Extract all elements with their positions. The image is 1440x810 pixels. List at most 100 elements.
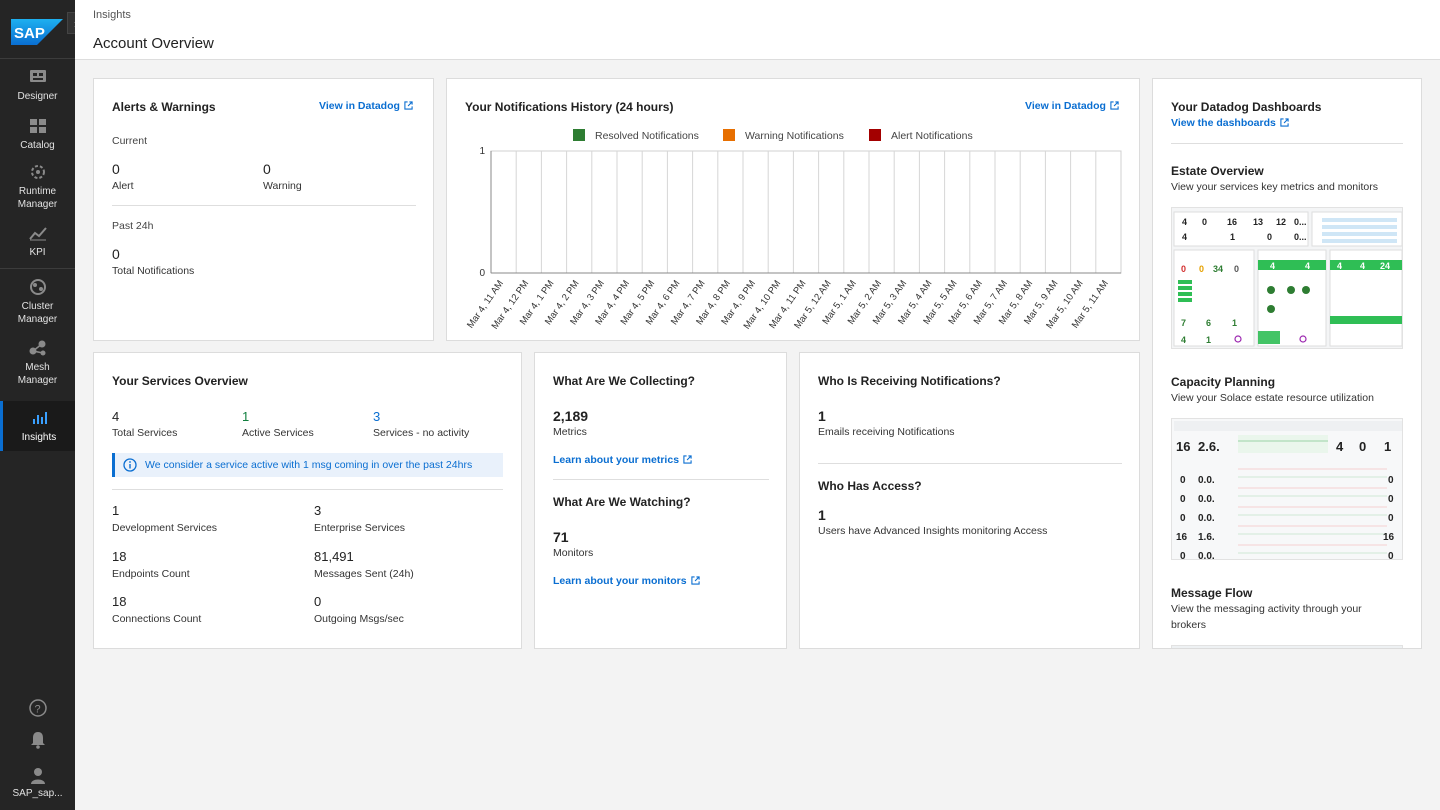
external-link-icon (683, 455, 692, 464)
connections-label: Connections Count (112, 613, 202, 625)
view-in-datadog-link[interactable]: View in Datadog (319, 100, 413, 112)
dev-services-label: Development Services (112, 522, 218, 534)
card-title: Your Datadog Dashboards (1171, 100, 1322, 114)
learn-metrics-link[interactable]: Learn about your metrics (553, 454, 692, 466)
external-link-icon (404, 101, 413, 110)
capacity-planning-thumbnail[interactable]: 16 2.6. 4 0 1 0 0.0. 0 0 0.0. 0 0 0.0. 0… (1171, 418, 1403, 560)
metrics-label: Metrics (553, 426, 587, 438)
insights-icon (33, 412, 47, 424)
dashboard-title-estate[interactable]: Estate Overview (1171, 164, 1264, 178)
svg-text:0: 0 (1388, 513, 1394, 524)
svg-text:4: 4 (1336, 439, 1344, 454)
notifications-chart: 01Mar 4, 11 AMMar 4, 12 PMMar 4, 1 PMMar… (465, 146, 1122, 331)
nav-label: Manager (17, 314, 58, 325)
nav-label: Manager (17, 375, 58, 386)
breadcrumb[interactable]: Insights (93, 9, 131, 21)
svg-text:0.0.: 0.0. (1198, 475, 1215, 486)
active-services-count[interactable]: 1 (242, 409, 249, 424)
inactive-services-count[interactable]: 3 (373, 409, 380, 424)
divider (112, 489, 503, 490)
cluster-icon (29, 279, 46, 295)
link-label: Learn about your monitors (553, 575, 687, 587)
svg-text:0: 0 (1388, 475, 1394, 486)
svg-text:0: 0 (1199, 264, 1204, 274)
svg-text:13: 13 (1253, 217, 1263, 227)
sidebar: SAP › Designer Catalog Runtime Manager K… (0, 0, 85, 810)
thumbnail-image: 16 2.6. 4 0 1 0 0.0. 0 0 0.0. 0 0 0.0. 0… (1172, 419, 1402, 560)
emails-label: Emails receiving Notifications (818, 426, 955, 438)
external-link-icon (1110, 101, 1119, 110)
svg-text:4: 4 (1305, 261, 1310, 271)
connections-count: 18 (112, 594, 127, 609)
svg-text:7: 7 (1181, 318, 1186, 328)
card-subtitle: Who Has Access? (818, 479, 922, 493)
thumbnail-image: 4 0 16 13 12 0... 4 1 0 0... 0 0 34 0 4 … (1172, 208, 1402, 348)
link-label: View in Datadog (319, 100, 400, 112)
help-icon[interactable]: ? (28, 698, 48, 718)
divider (553, 479, 769, 480)
y-tick-label: 1 (479, 146, 485, 157)
svg-text:1: 1 (1384, 439, 1391, 454)
divider (0, 58, 75, 59)
dashboard-title-capacity[interactable]: Capacity Planning (1171, 375, 1275, 389)
nav-item-insights[interactable]: Insights (0, 401, 75, 451)
services-overview-card: Your Services Overview 4 Total Services … (93, 352, 522, 649)
estate-overview-thumbnail[interactable]: 4 0 16 13 12 0... 4 1 0 0... 0 0 34 0 4 … (1171, 207, 1403, 349)
svg-text:24: 24 (1380, 261, 1390, 271)
view-dashboards-link[interactable]: View the dashboards (1171, 117, 1289, 129)
total-notifications-label: Total Notifications (112, 265, 195, 277)
warning-label: Warning (263, 180, 302, 192)
kpi-icon (28, 227, 47, 241)
nav-item-runtime-manager[interactable]: Runtime Manager (0, 163, 75, 211)
svg-text:16: 16 (1176, 532, 1188, 543)
svg-text:12: 12 (1276, 217, 1286, 227)
svg-text:2.6.: 2.6. (1198, 439, 1220, 454)
info-message: We consider a service active with 1 msg … (112, 453, 503, 477)
bell-icon[interactable] (28, 730, 48, 750)
monitors-count: 71 (553, 529, 569, 545)
learn-monitors-link[interactable]: Learn about your monitors (553, 575, 700, 587)
svg-text:0: 0 (1180, 551, 1186, 560)
dashboard-title-message-flow[interactable]: Message Flow (1171, 586, 1252, 600)
nav-item-catalog[interactable]: Catalog (0, 117, 75, 152)
total-notifications-count: 0 (112, 246, 120, 262)
nav-item-kpi[interactable]: KPI (0, 224, 75, 259)
svg-text:1: 1 (1206, 335, 1211, 345)
outgoing-msgs-label: Outgoing Msgs/sec (314, 613, 404, 625)
inactive-services-label: Services - no activity (373, 427, 470, 439)
runtime-icon (30, 165, 45, 179)
svg-text:0.0.: 0.0. (1198, 494, 1215, 505)
svg-text:0: 0 (1359, 439, 1366, 454)
view-in-datadog-link[interactable]: View in Datadog (1025, 100, 1119, 112)
dashboard-desc: brokers (1171, 619, 1207, 631)
dashboard-desc: View your Solace estate resource utiliza… (1171, 392, 1374, 404)
message-flow-thumbnail[interactable] (1171, 645, 1403, 648)
svg-text:6: 6 (1206, 318, 1211, 328)
alert-count: 0 (112, 161, 120, 177)
designer-icon (29, 70, 46, 82)
svg-text:4: 4 (1182, 217, 1187, 227)
card-title: What Are We Collecting? (553, 374, 696, 388)
user-name[interactable]: SAP_sap... (0, 788, 75, 799)
svg-text:0: 0 (1234, 264, 1239, 274)
svg-text:0: 0 (1388, 494, 1394, 505)
nav-item-mesh-manager[interactable]: Mesh Manager (0, 339, 75, 387)
enterprise-services-label: Enterprise Services (314, 522, 406, 534)
nav-item-cluster-manager[interactable]: Cluster Manager (0, 278, 75, 326)
card-subtitle: What Are We Watching? (553, 495, 691, 509)
user-icon[interactable] (28, 765, 48, 785)
svg-text:0...: 0... (1294, 217, 1307, 227)
endpoints-label: Endpoints Count (112, 568, 190, 580)
page-title: Account Overview (93, 35, 214, 52)
sap-logo[interactable]: SAP (11, 19, 63, 45)
divider (0, 268, 75, 269)
svg-text:1: 1 (1232, 318, 1237, 328)
external-link-icon (690, 576, 700, 585)
nav-item-designer[interactable]: Designer (0, 68, 75, 103)
outgoing-msgs-count: 0 (314, 594, 322, 609)
alert-label: Alert (112, 180, 134, 192)
total-services-count: 4 (112, 409, 120, 424)
page-header: Insights Account Overview (75, 0, 1440, 60)
nav-label: Manager (17, 199, 58, 210)
divider (112, 205, 416, 206)
